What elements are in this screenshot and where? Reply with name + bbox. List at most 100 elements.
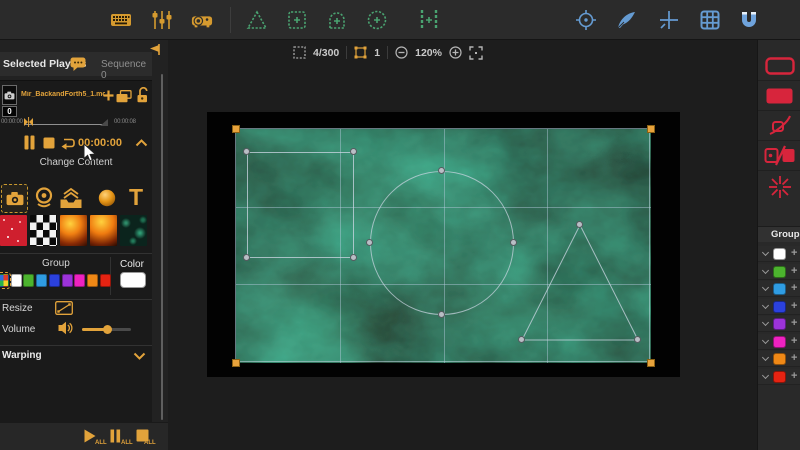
chevron-down-icon[interactable] <box>761 283 770 292</box>
group-swatch[interactable] <box>74 274 86 287</box>
add-to-group-icon[interactable]: + <box>791 282 797 294</box>
thumbnail-fire-gradient-2[interactable] <box>90 215 117 246</box>
group-color-chip[interactable] <box>773 353 786 365</box>
color-value-chip[interactable] <box>120 272 146 288</box>
comment-icon[interactable] <box>70 57 87 72</box>
chevron-down-icon[interactable] <box>761 336 770 344</box>
shape-handle[interactable] <box>243 148 250 155</box>
resize-icon[interactable] <box>55 301 73 315</box>
marquee-icon[interactable] <box>293 46 306 59</box>
shape-handle[interactable] <box>438 167 445 174</box>
group-swatch[interactable] <box>48 274 60 287</box>
group-swatch[interactable] <box>23 274 35 287</box>
chevron-down-icon[interactable] <box>761 318 770 327</box>
add-icon[interactable] <box>103 90 114 101</box>
tool-filled-rect[interactable] <box>758 82 800 111</box>
add-to-group-icon[interactable]: + <box>791 317 797 329</box>
shape-handle[interactable] <box>518 336 525 343</box>
shape-handle[interactable] <box>350 148 357 155</box>
video-surface[interactable] <box>232 125 655 367</box>
group-color-chip[interactable] <box>773 300 786 313</box>
add-to-group-icon[interactable]: + <box>791 335 797 347</box>
timeline-playhead[interactable] <box>24 117 34 127</box>
collapse-chevron-icon[interactable] <box>135 139 148 147</box>
circle-screen-add-icon[interactable] <box>366 9 388 31</box>
chevron-down-icon[interactable] <box>761 353 770 362</box>
expand-chevron-icon[interactable] <box>133 352 146 360</box>
add-to-group-icon[interactable]: + <box>791 352 797 364</box>
group-swatch[interactable] <box>0 272 11 289</box>
speaker-icon[interactable] <box>58 321 73 335</box>
thumbnail-red-sparkle[interactable] <box>0 215 27 246</box>
tool-orbit-shape[interactable] <box>758 112 800 141</box>
thumbnail-teal-smoke[interactable] <box>120 215 147 246</box>
magnet-icon[interactable] <box>738 9 760 31</box>
surface-corner-handle[interactable] <box>232 125 240 133</box>
group-color-chip[interactable] <box>773 370 786 383</box>
fit-view-icon[interactable] <box>469 45 483 60</box>
tool-rect-outline[interactable] <box>758 52 800 81</box>
group-swatch[interactable] <box>99 274 111 287</box>
group-color-chip[interactable] <box>773 283 786 295</box>
shape-handle[interactable] <box>243 254 250 261</box>
shape-handle[interactable] <box>510 239 517 246</box>
triangle-screen-icon[interactable] <box>246 9 268 31</box>
rectangle-screen-add-icon[interactable] <box>286 9 308 31</box>
thumbnail-fire-gradient[interactable] <box>60 215 87 246</box>
group-color-chip[interactable] <box>773 265 786 278</box>
group-color-chip[interactable] <box>773 248 786 260</box>
group-swatch[interactable] <box>86 274 98 287</box>
shape-handle[interactable] <box>366 239 373 246</box>
tool-starburst[interactable] <box>758 172 800 201</box>
keyboard-icon[interactable] <box>110 9 132 31</box>
add-to-group-icon[interactable]: + <box>791 247 797 259</box>
play-all-button[interactable]: ALL <box>84 429 108 448</box>
precision-cross-icon[interactable] <box>658 9 680 31</box>
chevron-down-icon[interactable] <box>761 301 770 309</box>
chevron-down-icon[interactable] <box>761 248 770 257</box>
volume-knob[interactable] <box>103 325 112 334</box>
text-icon[interactable]: T <box>126 185 146 209</box>
loop-button[interactable] <box>60 136 76 150</box>
surface-corner-handle[interactable] <box>647 359 655 367</box>
chevron-down-icon[interactable] <box>761 266 770 274</box>
webcam-icon[interactable] <box>34 187 54 210</box>
volume-slider[interactable] <box>82 325 131 334</box>
group-swatch[interactable] <box>10 274 22 287</box>
stop-all-button[interactable]: ALL <box>136 429 160 448</box>
zoom-in-icon[interactable] <box>449 46 462 59</box>
triangle-shape[interactable] <box>236 129 651 363</box>
group-color-chip[interactable] <box>773 335 786 348</box>
arch-screen-add-icon[interactable] <box>326 9 348 31</box>
surface-corner-handle[interactable] <box>232 359 240 367</box>
sphere-icon[interactable] <box>98 189 116 207</box>
surface-corner-handle[interactable] <box>647 125 655 133</box>
layers-icon[interactable] <box>116 90 132 103</box>
zoom-out-icon[interactable] <box>395 46 408 59</box>
stop-button[interactable] <box>43 137 55 149</box>
chevron-down-icon[interactable] <box>761 371 770 379</box>
lock-open-icon[interactable] <box>136 87 149 103</box>
shape-handle[interactable] <box>576 221 583 228</box>
timeline-end-marker[interactable] <box>100 119 108 126</box>
projector-icon[interactable] <box>191 9 213 31</box>
grid-icon[interactable] <box>699 9 721 31</box>
left-panel-scrollbar[interactable] <box>161 74 163 420</box>
player-filename[interactable]: Mir_BackandForth5_1.mov <box>21 91 105 98</box>
target-icon[interactable] <box>575 9 597 31</box>
pause-button[interactable] <box>24 135 35 150</box>
player-thumbnail[interactable] <box>2 85 17 105</box>
faders-icon[interactable] <box>151 9 173 31</box>
sequence-tab[interactable]: Sequence 0 <box>101 59 152 81</box>
content-type-camera[interactable] <box>1 184 28 213</box>
add-to-group-icon[interactable]: + <box>791 370 797 382</box>
group-color-chip[interactable] <box>773 318 786 330</box>
add-to-group-icon[interactable]: + <box>791 265 797 277</box>
shape-handle[interactable] <box>438 311 445 318</box>
shape-handle[interactable] <box>350 254 357 261</box>
group-swatch[interactable] <box>61 274 73 287</box>
shape-handle[interactable] <box>634 336 641 343</box>
stack-inbox-icon[interactable] <box>59 187 83 210</box>
timeline-track[interactable] <box>24 124 108 125</box>
filmstrip-add-icon[interactable] <box>418 9 440 31</box>
